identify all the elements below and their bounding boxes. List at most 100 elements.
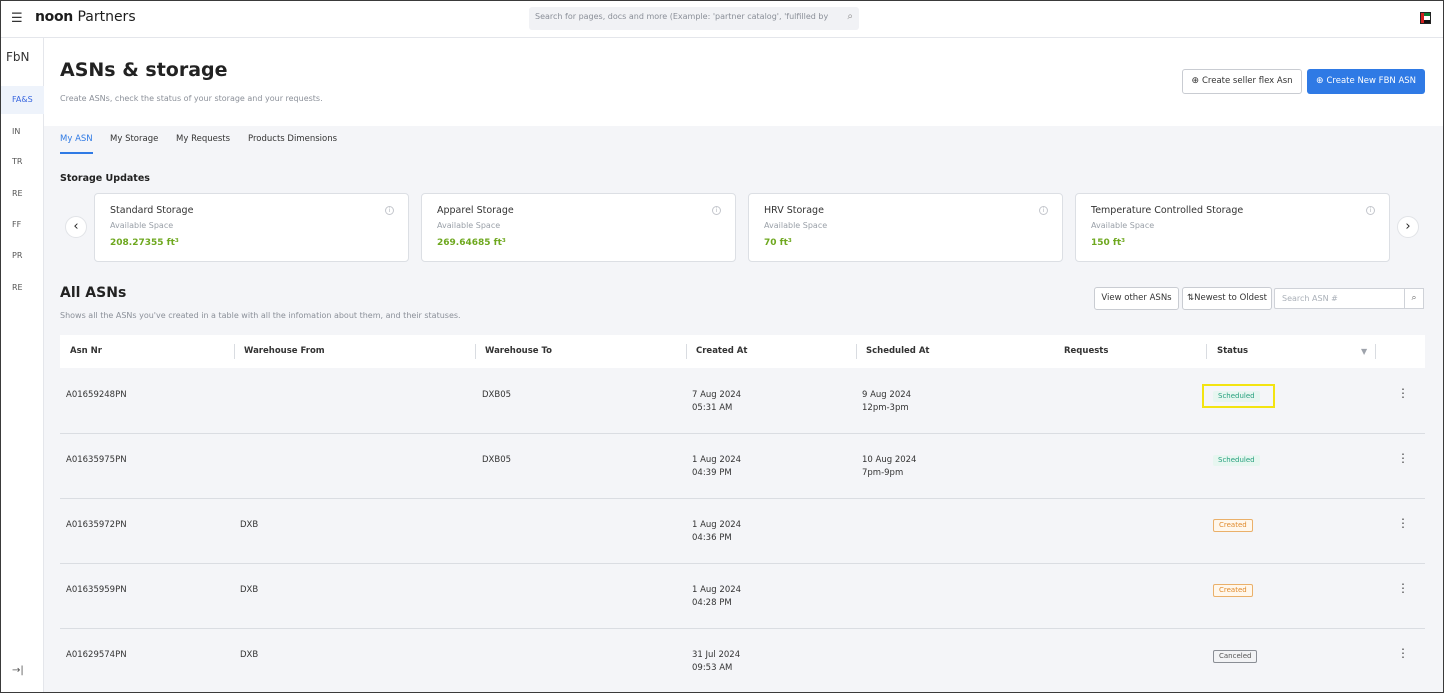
table-row[interactable]: A01629574PN DXB 31 Jul 2024 09:53 AM Can… [60,629,1425,692]
more-options-icon[interactable]: ⋮ [1397,582,1409,594]
storage-card-subtitle: Available Space [1091,221,1155,230]
uae-flag-icon[interactable] [1420,12,1431,24]
storage-card-subtitle: Available Space [110,221,174,230]
asn-search-input[interactable]: Search ASN # [1274,288,1405,309]
create-seller-flex-asn-button[interactable]: ⊕ Create seller flex Asn [1182,69,1302,94]
created-date: 1 Aug 2024 [692,520,742,530]
created-time: 05:31 AM [692,403,733,413]
more-options-icon[interactable]: ⋮ [1397,387,1409,399]
warehouse-to: DXB05 [482,455,512,465]
created-date: 31 Jul 2024 [692,650,741,660]
info-icon[interactable]: i [1039,206,1048,215]
asn-number[interactable]: A01659248PN [66,389,127,402]
table-header: Asn Nr Warehouse From Warehouse To Creat… [60,335,1425,368]
search-icon[interactable]: ⌕ [847,11,853,22]
more-options-icon[interactable]: ⋮ [1397,647,1409,659]
scheduled-time: 12pm-3pm [862,403,909,413]
more-options-icon[interactable]: ⋮ [1397,517,1409,529]
col-requests[interactable]: Requests [1064,346,1108,356]
storage-card-value: 70 ft³ [764,238,792,248]
storage-card-value: 150 ft³ [1091,238,1126,248]
tab-my-asn[interactable]: My ASN [60,134,93,154]
global-search-placeholder: Search for pages, docs and more (Example… [535,12,831,21]
status-highlight-box [1202,384,1275,408]
asn-number[interactable]: A01635959PN [66,584,127,597]
chevron-right-icon[interactable]: › [1397,216,1419,238]
sidebar-title: FbN [6,50,30,64]
storage-card-apparel: Apparel Storage Available Space 269.6468… [421,193,736,262]
scheduled-time: 7pm-9pm [862,468,904,478]
storage-card-value: 269.64685 ft³ [437,238,506,248]
page-subtitle: Create ASNs, check the status of your st… [60,94,323,103]
tab-products-dimensions[interactable]: Products Dimensions [248,134,337,154]
all-asns-subtitle: Shows all the ASNs you've created in a t… [60,311,461,320]
plus-circle-icon: ⊕ [1315,76,1324,86]
col-warehouse-from[interactable]: Warehouse From [244,346,325,356]
storage-card-temperature: Temperature Controlled Storage Available… [1075,193,1390,262]
brand-logo[interactable]: noon Partners [35,9,136,25]
search-icon[interactable]: ⌕ [1405,288,1424,309]
menu-icon[interactable]: ☰ [11,11,25,27]
col-scheduled-at[interactable]: Scheduled At [866,346,929,356]
storage-card-value: 208.27355 ft³ [110,238,179,248]
warehouse-from: DXB [240,585,259,595]
created-time: 04:28 PM [692,598,732,608]
tab-my-requests[interactable]: My Requests [176,134,230,154]
warehouse-from: DXB [240,520,259,530]
status-badge: Created [1213,584,1253,597]
page-header: ASNs & storage Create ASNs, check the st… [44,38,1443,126]
asn-number[interactable]: A01635972PN [66,519,127,532]
warehouse-to: DXB05 [482,390,512,400]
storage-card-subtitle: Available Space [437,221,501,230]
info-icon[interactable]: i [712,206,721,215]
storage-card-subtitle: Available Space [764,221,828,230]
chevron-left-icon[interactable]: ‹ [65,216,87,238]
created-date: 1 Aug 2024 [692,455,742,465]
sidebar-item-re[interactable]: RE [1,180,44,208]
created-date: 1 Aug 2024 [692,585,742,595]
filter-icon[interactable]: ▼ [1361,347,1367,356]
all-asns-title: All ASNs [60,285,127,301]
sidebar-item-fas[interactable]: FA&S [1,86,44,114]
sidebar: FbN FA&S IN TR RE FF PR RE →| [1,38,44,692]
sidebar-item-re-2[interactable]: RE [1,274,44,302]
sort-newest-oldest-button[interactable]: ⇅Newest to Oldest [1182,287,1272,310]
created-time: 04:39 PM [692,468,732,478]
created-time: 04:36 PM [692,533,732,543]
page-title: ASNs & storage [60,59,228,81]
storage-updates-title: Storage Updates [60,173,150,184]
status-badge: Scheduled [1213,455,1260,466]
scheduled-date: 10 Aug 2024 [862,455,917,465]
asn-number[interactable]: A01635975PN [66,454,127,467]
tab-my-storage[interactable]: My Storage [110,134,158,154]
col-warehouse-to[interactable]: Warehouse To [485,346,552,356]
view-other-asns-button[interactable]: View other ASNs [1094,287,1179,310]
sidebar-item-ff[interactable]: FF [1,211,44,239]
col-asn-nr[interactable]: Asn Nr [70,346,102,356]
table-row[interactable]: A01635975PN DXB05 1 Aug 2024 04:39 PM 10… [60,434,1425,499]
storage-card-title: HRV Storage [764,205,824,216]
storage-card-standard: Standard Storage Available Space 208.273… [94,193,409,262]
storage-card-title: Standard Storage [110,205,194,216]
table-row[interactable]: A01635972PN DXB 1 Aug 2024 04:36 PM Crea… [60,499,1425,564]
sidebar-item-in[interactable]: IN [1,118,44,146]
storage-card-title: Temperature Controlled Storage [1091,205,1244,216]
collapse-sidebar-icon[interactable]: →| [12,665,24,676]
table-row[interactable]: A01635959PN DXB 1 Aug 2024 04:28 PM Crea… [60,564,1425,629]
info-icon[interactable]: i [1366,206,1375,215]
scheduled-date: 9 Aug 2024 [862,390,912,400]
status-badge: Canceled [1213,650,1258,663]
create-fbn-asn-button[interactable]: ⊕ Create New FBN ASN [1307,69,1425,94]
storage-card-hrv: HRV Storage Available Space 70 ft³ i [748,193,1063,262]
sidebar-item-tr[interactable]: TR [1,148,44,176]
more-options-icon[interactable]: ⋮ [1397,452,1409,464]
col-status[interactable]: Status [1217,346,1248,356]
storage-card-title: Apparel Storage [437,205,514,216]
global-search-input[interactable]: Search for pages, docs and more (Example… [529,7,859,30]
sidebar-item-pr[interactable]: PR [1,242,44,270]
asn-number[interactable]: A01629574PN [66,649,127,662]
col-created-at[interactable]: Created At [696,346,747,356]
info-icon[interactable]: i [385,206,394,215]
warehouse-from: DXB [240,650,259,660]
status-badge: Created [1213,519,1253,532]
